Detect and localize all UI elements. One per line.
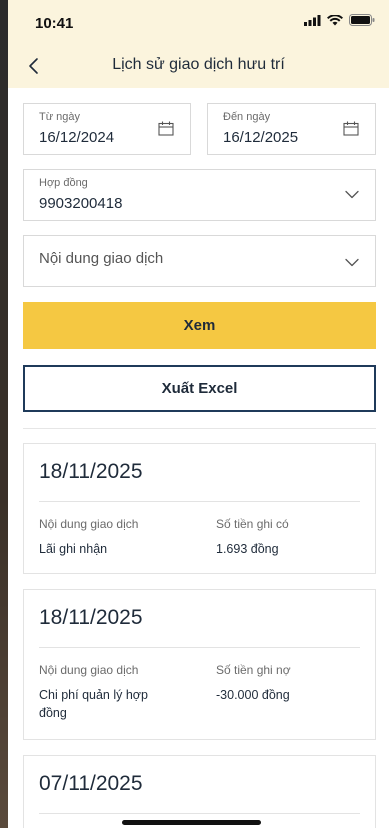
to-date-label: Đến ngày xyxy=(223,111,271,123)
home-indicator xyxy=(122,820,261,825)
description-label: Nội dung giao dịch xyxy=(39,663,139,677)
transaction-card[interactable]: 18/11/2025 Nội dung giao dịch Chi phí qu… xyxy=(23,589,376,740)
transaction-date: 18/11/2025 xyxy=(39,606,143,629)
wifi-icon xyxy=(327,14,343,25)
description-value: Chi phí quản lý hợp đồng xyxy=(39,688,148,720)
export-excel-button[interactable]: Xuất Excel xyxy=(23,365,376,412)
main-content: Từ ngày 16/12/2024 Đến ngày 16/12/2025 H… xyxy=(8,88,389,828)
amount-value: -30.000 đồng xyxy=(216,688,290,702)
phone-screen: 10:41 Lịch sử giao dịch hưu trí Từ ngày … xyxy=(8,0,389,828)
transaction-description: Nội dung giao dịch Lãi ghi nhận xyxy=(39,517,189,558)
from-date-label: Từ ngày xyxy=(39,111,80,123)
to-date-value: 16/12/2025 xyxy=(223,129,299,146)
transaction-type-select[interactable]: Nội dung giao dịch xyxy=(23,235,376,287)
description-value: Lãi ghi nhận xyxy=(39,542,108,556)
contract-select[interactable]: Hợp đồng 9903200418 xyxy=(23,169,376,221)
calendar-icon[interactable] xyxy=(343,121,359,136)
chevron-down-icon xyxy=(345,190,359,199)
contract-label: Hợp đồng xyxy=(39,177,88,189)
from-date-field[interactable]: Từ ngày 16/12/2024 xyxy=(23,103,191,155)
transaction-type-placeholder: Nội dung giao dịch xyxy=(39,250,164,267)
battery-icon xyxy=(349,14,375,26)
transaction-date: 18/11/2025 xyxy=(39,460,143,483)
status-time: 10:41 xyxy=(35,15,74,32)
to-date-field[interactable]: Đến ngày 16/12/2025 xyxy=(207,103,376,155)
divider xyxy=(23,428,376,429)
description-label: Nội dung giao dịch xyxy=(39,517,139,531)
page-title: Lịch sử giao dịch hưu trí xyxy=(112,56,285,73)
transaction-amount: Số tiền ghi nợ -30.000 đồng xyxy=(216,663,366,704)
card-divider xyxy=(39,647,360,648)
navigation-bar: Lịch sử giao dịch hưu trí xyxy=(8,44,389,88)
amount-label: Số tiền ghi nợ xyxy=(216,663,291,677)
amount-value: 1.693 đồng xyxy=(216,542,279,556)
transaction-date: 07/11/2025 xyxy=(39,772,143,795)
contract-value: 9903200418 xyxy=(39,195,123,212)
card-divider xyxy=(39,501,360,502)
view-button[interactable]: Xem xyxy=(23,302,376,349)
chevron-down-icon xyxy=(345,258,359,267)
status-bar: 10:41 xyxy=(8,0,389,44)
signal-icon xyxy=(304,14,321,26)
status-icons xyxy=(304,14,375,26)
transaction-card[interactable]: 18/11/2025 Nội dung giao dịch Lãi ghi nh… xyxy=(23,443,376,574)
from-date-value: 16/12/2024 xyxy=(39,129,115,146)
card-divider xyxy=(39,813,360,814)
transaction-description: Nội dung giao dịch Chi phí quản lý hợp đ… xyxy=(39,663,179,722)
transaction-card[interactable]: 07/11/2025 xyxy=(23,755,376,828)
transaction-amount: Số tiền ghi có 1.693 đồng xyxy=(216,517,366,558)
amount-label: Số tiền ghi có xyxy=(216,517,289,531)
calendar-icon[interactable] xyxy=(158,121,174,136)
